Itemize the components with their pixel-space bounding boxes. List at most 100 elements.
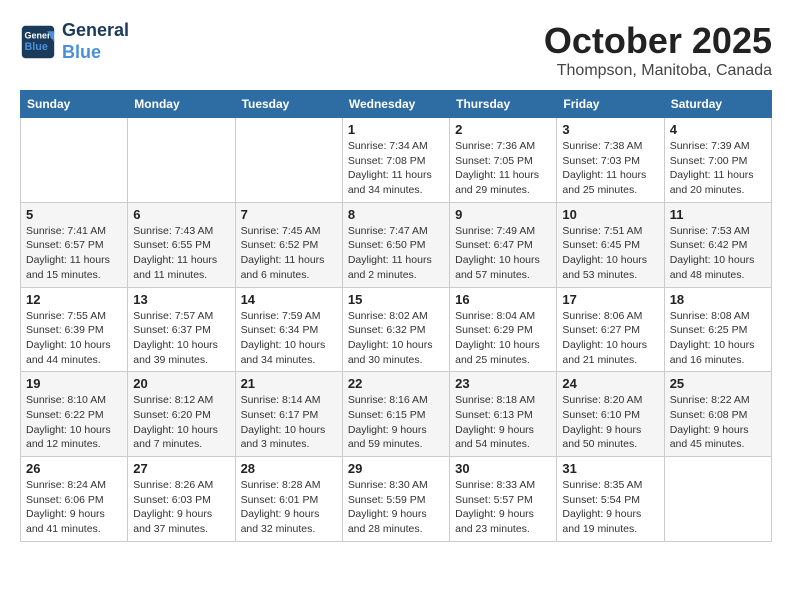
calendar-cell: 10 Sunrise: 7:51 AM Sunset: 6:45 PM Dayli…: [557, 202, 664, 287]
day-info: Sunrise: 8:12 AM Sunset: 6:20 PM Dayligh…: [133, 393, 229, 452]
day-number: 26: [26, 461, 122, 476]
day-number: 10: [562, 207, 658, 222]
day-info: Sunrise: 8:16 AM Sunset: 6:15 PM Dayligh…: [348, 393, 444, 452]
calendar-cell: 1 Sunrise: 7:34 AM Sunset: 7:08 PM Daylig…: [342, 118, 449, 203]
title-area: October 2025 Thompson, Manitoba, Canada: [544, 20, 772, 80]
day-info: Sunrise: 7:55 AM Sunset: 6:39 PM Dayligh…: [26, 309, 122, 368]
day-info: Sunrise: 7:34 AM Sunset: 7:08 PM Dayligh…: [348, 139, 444, 198]
day-info: Sunrise: 7:47 AM Sunset: 6:50 PM Dayligh…: [348, 224, 444, 283]
day-info: Sunrise: 8:10 AM Sunset: 6:22 PM Dayligh…: [26, 393, 122, 452]
calendar-table: SundayMondayTuesdayWednesdayThursdayFrid…: [20, 90, 772, 542]
calendar-cell: 13Sunrise: 7:57 AM Sunset: 6:37 PM Dayli…: [128, 287, 235, 372]
day-number: 7: [241, 207, 337, 222]
day-number: 9: [455, 207, 551, 222]
day-number: 22: [348, 376, 444, 391]
calendar-cell: 7 Sunrise: 7:45 AM Sunset: 6:52 PM Daylig…: [235, 202, 342, 287]
day-number: 17: [562, 292, 658, 307]
calendar-cell: 9 Sunrise: 7:49 AM Sunset: 6:47 PM Daylig…: [450, 202, 557, 287]
day-info: Sunrise: 7:45 AM Sunset: 6:52 PM Dayligh…: [241, 224, 337, 283]
calendar-cell: 6 Sunrise: 7:43 AM Sunset: 6:55 PM Daylig…: [128, 202, 235, 287]
calendar-cell: 3 Sunrise: 7:38 AM Sunset: 7:03 PM Daylig…: [557, 118, 664, 203]
day-info: Sunrise: 7:59 AM Sunset: 6:34 PM Dayligh…: [241, 309, 337, 368]
logo-icon: General Blue: [20, 24, 56, 60]
day-number: 21: [241, 376, 337, 391]
day-number: 23: [455, 376, 551, 391]
calendar-cell: [235, 118, 342, 203]
day-info: Sunrise: 8:08 AM Sunset: 6:25 PM Dayligh…: [670, 309, 766, 368]
day-number: 1: [348, 122, 444, 137]
calendar-cell: 28 Sunrise: 8:28 AM Sunset: 6:01 PM Dayli…: [235, 457, 342, 542]
calendar-cell: 4Sunrise: 7:39 AM Sunset: 7:00 PM Daylig…: [664, 118, 771, 203]
calendar-cell: 8Sunrise: 7:47 AM Sunset: 6:50 PM Daylig…: [342, 202, 449, 287]
logo-text-general: General: [62, 20, 129, 42]
calendar-week-2: 5 Sunrise: 7:41 AM Sunset: 6:57 PM Daylig…: [21, 202, 772, 287]
day-number: 11: [670, 207, 766, 222]
month-title: October 2025: [544, 20, 772, 62]
calendar-cell: [21, 118, 128, 203]
day-info: Sunrise: 8:30 AM Sunset: 5:59 PM Dayligh…: [348, 478, 444, 537]
calendar-week-3: 12 Sunrise: 7:55 AM Sunset: 6:39 PM Dayli…: [21, 287, 772, 372]
day-info: Sunrise: 7:38 AM Sunset: 7:03 PM Dayligh…: [562, 139, 658, 198]
calendar-week-5: 26 Sunrise: 8:24 AM Sunset: 6:06 PM Dayli…: [21, 457, 772, 542]
day-info: Sunrise: 7:43 AM Sunset: 6:55 PM Dayligh…: [133, 224, 229, 283]
calendar-cell: 16 Sunrise: 8:04 AM Sunset: 6:29 PM Dayli…: [450, 287, 557, 372]
calendar-cell: 20 Sunrise: 8:12 AM Sunset: 6:20 PM Dayli…: [128, 372, 235, 457]
day-info: Sunrise: 7:36 AM Sunset: 7:05 PM Dayligh…: [455, 139, 551, 198]
weekday-header-row: SundayMondayTuesdayWednesdayThursdayFrid…: [21, 91, 772, 118]
day-number: 12: [26, 292, 122, 307]
day-info: Sunrise: 8:28 AM Sunset: 6:01 PM Dayligh…: [241, 478, 337, 537]
calendar-cell: 24 Sunrise: 8:20 AM Sunset: 6:10 PM Dayli…: [557, 372, 664, 457]
day-number: 6: [133, 207, 229, 222]
calendar-week-4: 19Sunrise: 8:10 AM Sunset: 6:22 PM Dayli…: [21, 372, 772, 457]
day-info: Sunrise: 7:51 AM Sunset: 6:45 PM Dayligh…: [562, 224, 658, 283]
calendar-cell: 26 Sunrise: 8:24 AM Sunset: 6:06 PM Dayli…: [21, 457, 128, 542]
calendar-cell: 19Sunrise: 8:10 AM Sunset: 6:22 PM Dayli…: [21, 372, 128, 457]
calendar-cell: 21 Sunrise: 8:14 AM Sunset: 6:17 PM Dayli…: [235, 372, 342, 457]
day-info: Sunrise: 8:22 AM Sunset: 6:08 PM Dayligh…: [670, 393, 766, 452]
weekday-header-thursday: Thursday: [450, 91, 557, 118]
svg-text:Blue: Blue: [25, 41, 48, 53]
day-number: 30: [455, 461, 551, 476]
day-info: Sunrise: 7:41 AM Sunset: 6:57 PM Dayligh…: [26, 224, 122, 283]
day-number: 4: [670, 122, 766, 137]
day-number: 2: [455, 122, 551, 137]
day-info: Sunrise: 8:18 AM Sunset: 6:13 PM Dayligh…: [455, 393, 551, 452]
calendar-cell: [128, 118, 235, 203]
day-number: 3: [562, 122, 658, 137]
day-number: 24: [562, 376, 658, 391]
calendar-cell: 22 Sunrise: 8:16 AM Sunset: 6:15 PM Dayli…: [342, 372, 449, 457]
day-number: 20: [133, 376, 229, 391]
day-info: Sunrise: 8:14 AM Sunset: 6:17 PM Dayligh…: [241, 393, 337, 452]
day-number: 28: [241, 461, 337, 476]
day-info: Sunrise: 8:06 AM Sunset: 6:27 PM Dayligh…: [562, 309, 658, 368]
calendar-cell: 31 Sunrise: 8:35 AM Sunset: 5:54 PM Dayli…: [557, 457, 664, 542]
day-number: 18: [670, 292, 766, 307]
calendar-cell: 11Sunrise: 7:53 AM Sunset: 6:42 PM Dayli…: [664, 202, 771, 287]
day-info: Sunrise: 8:04 AM Sunset: 6:29 PM Dayligh…: [455, 309, 551, 368]
day-number: 29: [348, 461, 444, 476]
calendar-cell: 27Sunrise: 8:26 AM Sunset: 6:03 PM Dayli…: [128, 457, 235, 542]
day-number: 14: [241, 292, 337, 307]
day-number: 25: [670, 376, 766, 391]
day-info: Sunrise: 8:02 AM Sunset: 6:32 PM Dayligh…: [348, 309, 444, 368]
day-info: Sunrise: 8:24 AM Sunset: 6:06 PM Dayligh…: [26, 478, 122, 537]
calendar-cell: 12 Sunrise: 7:55 AM Sunset: 6:39 PM Dayli…: [21, 287, 128, 372]
day-number: 5: [26, 207, 122, 222]
day-number: 16: [455, 292, 551, 307]
day-info: Sunrise: 7:49 AM Sunset: 6:47 PM Dayligh…: [455, 224, 551, 283]
calendar-cell: 15 Sunrise: 8:02 AM Sunset: 6:32 PM Dayli…: [342, 287, 449, 372]
weekday-header-wednesday: Wednesday: [342, 91, 449, 118]
day-info: Sunrise: 8:20 AM Sunset: 6:10 PM Dayligh…: [562, 393, 658, 452]
logo: General Blue General Blue: [20, 20, 129, 63]
calendar-cell: 2 Sunrise: 7:36 AM Sunset: 7:05 PM Daylig…: [450, 118, 557, 203]
calendar-cell: 17 Sunrise: 8:06 AM Sunset: 6:27 PM Dayli…: [557, 287, 664, 372]
weekday-header-sunday: Sunday: [21, 91, 128, 118]
day-info: Sunrise: 8:26 AM Sunset: 6:03 PM Dayligh…: [133, 478, 229, 537]
calendar-cell: 14 Sunrise: 7:59 AM Sunset: 6:34 PM Dayli…: [235, 287, 342, 372]
day-number: 15: [348, 292, 444, 307]
day-info: Sunrise: 7:57 AM Sunset: 6:37 PM Dayligh…: [133, 309, 229, 368]
day-info: Sunrise: 8:35 AM Sunset: 5:54 PM Dayligh…: [562, 478, 658, 537]
calendar-cell: 23 Sunrise: 8:18 AM Sunset: 6:13 PM Dayli…: [450, 372, 557, 457]
weekday-header-saturday: Saturday: [664, 91, 771, 118]
day-number: 31: [562, 461, 658, 476]
